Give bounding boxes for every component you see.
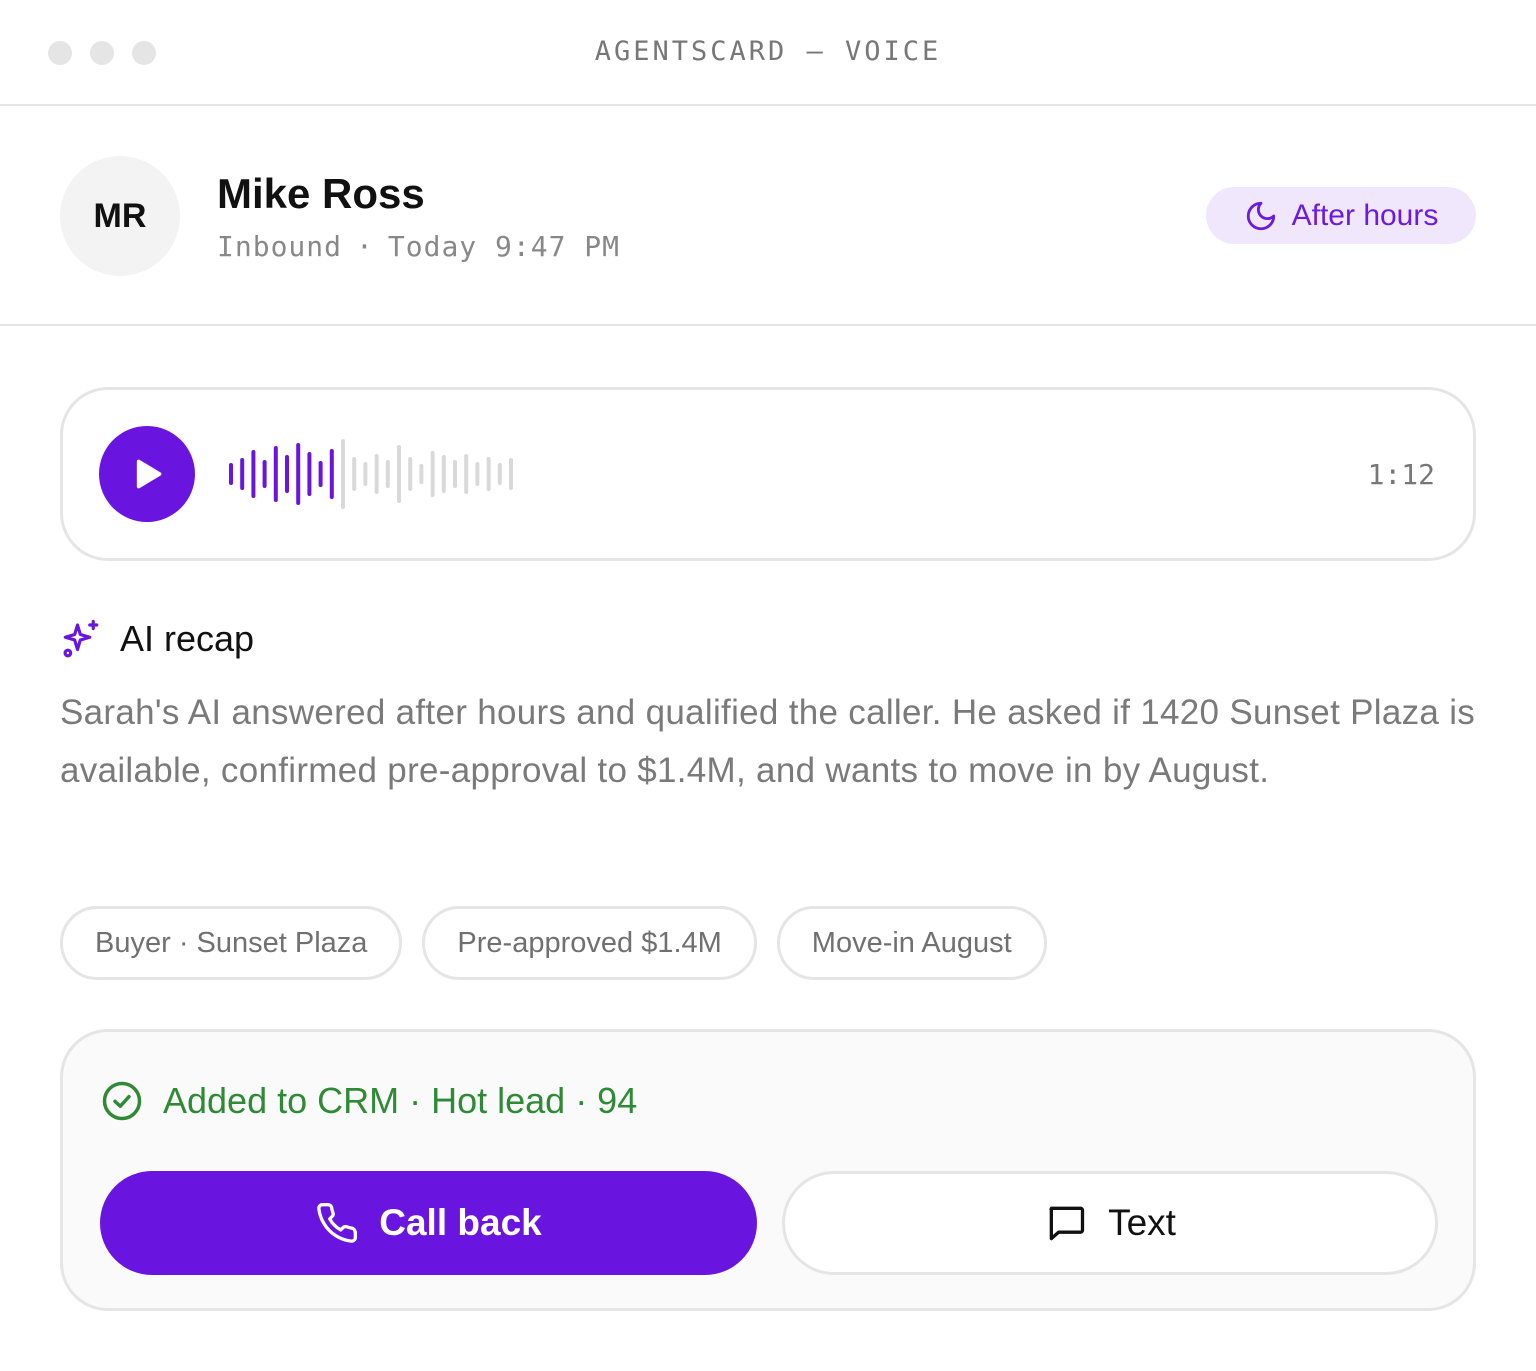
text-label: Text [1108,1202,1176,1243]
meta-separator: · [356,230,374,263]
call-meta: Inbound · Today 9:47 PM [217,230,620,263]
title-bar: AGENTSCARD — VOICE [0,0,1536,106]
audio-duration: 1:12 [1367,458,1435,491]
call-direction: Inbound [217,230,343,263]
call-back-button[interactable]: Call back [100,1171,757,1275]
waveform[interactable] [229,434,529,514]
recap-title: AI recap [120,618,255,659]
tag-chip[interactable]: Move-in August [776,906,1047,980]
tag-chip[interactable]: Pre-approved $1.4M [422,906,757,980]
sparkles-icon [63,619,99,658]
text-button[interactable]: Text [782,1171,1438,1275]
badge-label: After hours [1291,198,1439,232]
play-button[interactable] [99,426,195,522]
avatar: MR [60,156,180,276]
check-circle-icon [102,1081,142,1121]
call-back-label: Call back [379,1202,542,1243]
call-time: Today 9:47 PM [387,230,621,263]
recap-heading: AI recap [60,618,254,660]
crm-status-text: Added to CRM · Hot lead · 94 [163,1080,638,1121]
recap-summary: Sarah's AI answered after hours and qual… [60,693,1476,790]
tag-list: Buyer · Sunset Plaza Pre-approved $1.4M … [60,906,1047,980]
message-icon [1049,1206,1085,1241]
phone-icon [317,1203,358,1243]
voicemail-player: 1:12 [60,387,1476,561]
crm-card: Added to CRM · Hot lead · 94 Call back T… [60,1029,1476,1311]
moon-icon [1246,201,1275,230]
crm-status: Added to CRM · Hot lead · 94 [101,1080,637,1122]
caller-header: MR Mike Ross Inbound · Today 9:47 PM After… [0,106,1536,326]
after-hours-badge: After hours [1206,187,1476,244]
tag-chip[interactable]: Buyer · Sunset Plaza [60,906,403,980]
caller-name: Mike Ross [217,170,425,217]
window-title: AGENTSCARD — VOICE [594,36,942,67]
play-icon [136,459,162,489]
